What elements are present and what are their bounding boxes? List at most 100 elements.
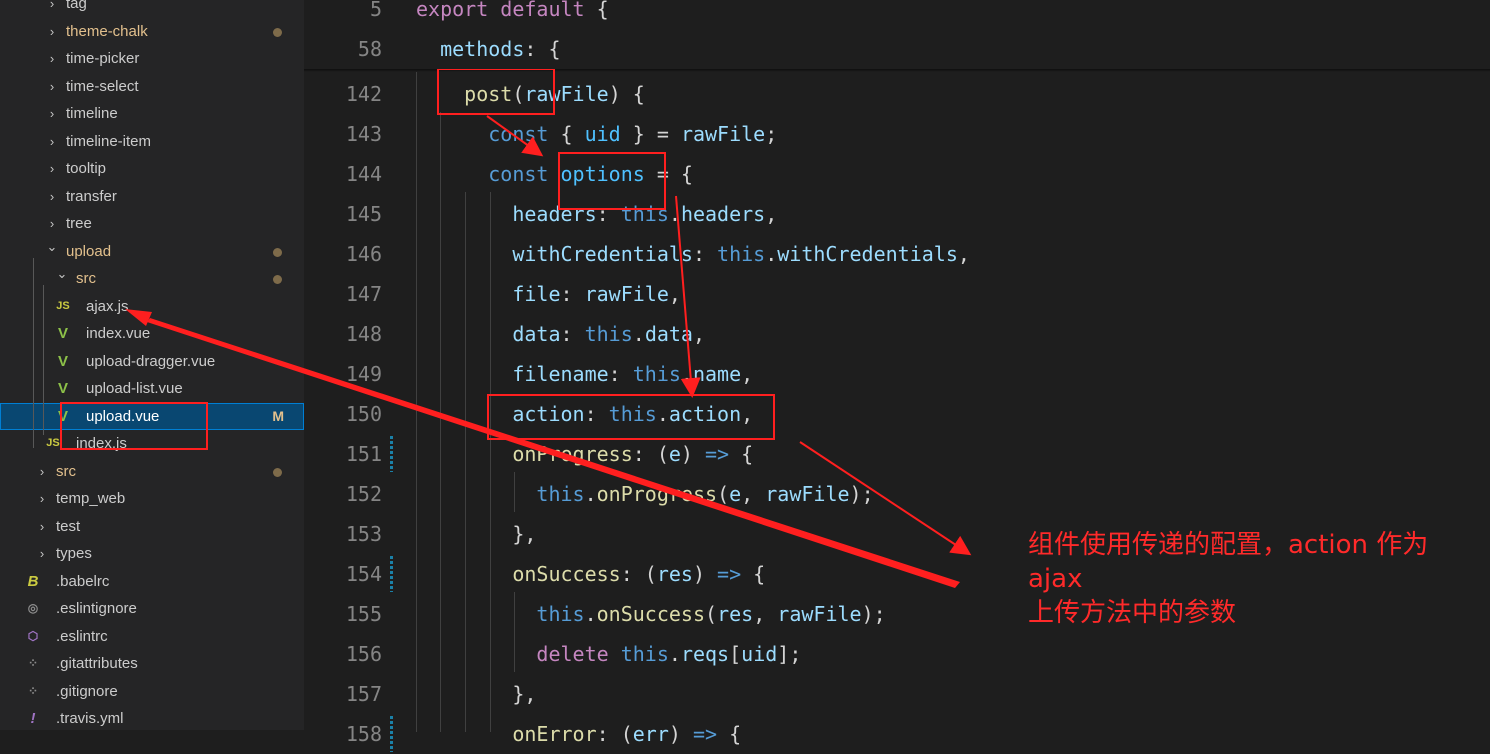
tree-item-label: time-picker bbox=[66, 50, 140, 67]
git-file-icon: ⁘ bbox=[27, 656, 39, 670]
code-token: data bbox=[512, 322, 561, 346]
code-token: => bbox=[692, 722, 718, 746]
code-token: onProgress bbox=[512, 442, 633, 466]
tree-item[interactable]: › time-picker bbox=[0, 45, 304, 72]
tree-item[interactable]: › time-select bbox=[0, 73, 304, 100]
code-token: ) bbox=[692, 562, 718, 586]
indent-guide bbox=[465, 192, 466, 732]
sticky-code-line[interactable]: 5 export default { bbox=[304, 0, 1490, 29]
indent-guide bbox=[514, 472, 515, 512]
code-token: { bbox=[717, 722, 742, 746]
tree-item-label: types bbox=[56, 545, 92, 562]
code-line[interactable]: 157 }, bbox=[304, 674, 1490, 714]
code-text: const { uid } = rawFile; bbox=[416, 114, 777, 154]
code-line[interactable]: 144 const options = { bbox=[304, 154, 1490, 194]
line-number: 150 bbox=[345, 402, 382, 426]
code-line[interactable]: 146 withCredentials: this.withCredential… bbox=[304, 234, 1490, 274]
tree-item-label: .babelrc bbox=[56, 572, 110, 590]
tree-item[interactable]: ⁘ .gitignore bbox=[0, 678, 304, 705]
code-text: }, bbox=[416, 514, 536, 554]
tree-item[interactable]: ⁘ .gitattributes bbox=[0, 650, 304, 677]
code-token: ) bbox=[680, 442, 706, 466]
tree-item-label: ajax.js bbox=[86, 297, 129, 315]
code-token: this bbox=[717, 242, 766, 266]
code-token: onProgress bbox=[596, 482, 718, 506]
sticky-code-line[interactable]: 58 methods: { bbox=[304, 29, 1490, 69]
tree-item[interactable]: › timeline bbox=[0, 100, 304, 127]
tree-item[interactable]: ⌄ upload bbox=[0, 238, 304, 265]
code-token: filename bbox=[512, 362, 609, 386]
tree-item[interactable]: › src bbox=[0, 458, 304, 485]
code-line[interactable]: 152 this.onProgress(e, rawFile); bbox=[304, 474, 1490, 514]
line-number: 149 bbox=[345, 362, 382, 386]
code-token: [ bbox=[729, 642, 742, 666]
modified-dot-icon bbox=[273, 467, 282, 477]
indent-guide bbox=[416, 72, 417, 732]
code-text: filename: this.name, bbox=[416, 354, 753, 394]
tree-item-label: timeline bbox=[66, 105, 118, 122]
code-line[interactable]: 145 headers: this.headers, bbox=[304, 194, 1490, 234]
line-number: 158 bbox=[345, 722, 382, 746]
code-line[interactable]: 150 action: this.action, bbox=[304, 394, 1490, 434]
code-token: res bbox=[656, 562, 693, 586]
code-line[interactable]: 158 onError: (err) => { bbox=[304, 714, 1490, 754]
code-token: ( bbox=[717, 482, 730, 506]
tree-item[interactable]: ⌄ src bbox=[0, 265, 304, 292]
line-number: 151 bbox=[345, 442, 382, 466]
tree-item-label: tree bbox=[66, 215, 92, 232]
modified-dot-icon bbox=[273, 275, 282, 284]
code-token: const bbox=[488, 162, 561, 186]
modified-dot-icon bbox=[273, 247, 282, 257]
code-token: withCredentials bbox=[512, 242, 693, 266]
code-token: onSuccess bbox=[596, 602, 706, 626]
code-line[interactable]: 148 data: this.data, bbox=[304, 314, 1490, 354]
tree-item[interactable]: Vupload-list.vue bbox=[0, 375, 304, 402]
tree-item[interactable]: › tag bbox=[0, 0, 304, 17]
indent-guide bbox=[440, 112, 441, 732]
annotation-line-1: 组件使用传递的配置，action 作为 ajax bbox=[1028, 530, 1429, 594]
code-token: { bbox=[729, 442, 754, 466]
tree-item-label: .gitattributes bbox=[56, 655, 138, 672]
tree-item[interactable]: ⬡ .eslintrc bbox=[0, 623, 304, 650]
code-token: ); bbox=[849, 482, 874, 506]
tree-item[interactable]: Vupload-dragger.vue bbox=[0, 348, 304, 375]
code-token: : bbox=[560, 322, 585, 346]
tree-item-label: .eslintrc bbox=[56, 627, 108, 645]
chevron-right-icon: › bbox=[49, 51, 55, 66]
tree-item-label: temp_web bbox=[56, 490, 126, 507]
code-token: name bbox=[692, 362, 742, 386]
code-token: delete bbox=[536, 642, 621, 666]
tree-item[interactable]: › tooltip bbox=[0, 155, 304, 182]
tree-item[interactable]: ! .travis.yml bbox=[0, 705, 304, 730]
highlight-action-prop bbox=[487, 394, 775, 440]
code-text: onSuccess: (res) => { bbox=[416, 554, 765, 594]
code-text: data: this.data, bbox=[416, 314, 705, 354]
vue-file-icon: V bbox=[57, 325, 68, 342]
code-token: onSuccess bbox=[512, 562, 621, 586]
code-line[interactable]: 151 onProgress: (e) => { bbox=[304, 434, 1490, 474]
line-number: 147 bbox=[345, 282, 382, 306]
tree-item[interactable]: › types bbox=[0, 540, 304, 567]
tree-item[interactable]: Vindex.vue bbox=[0, 320, 304, 347]
tree-item[interactable]: › timeline-item bbox=[0, 128, 304, 155]
tree-item[interactable]: › theme-chalk bbox=[0, 18, 304, 45]
indent-guide bbox=[33, 258, 34, 448]
line-number: 157 bbox=[345, 682, 382, 706]
code-line[interactable]: 143 const { uid } = rawFile; bbox=[304, 114, 1490, 154]
tree-item[interactable]: › transfer bbox=[0, 183, 304, 210]
tree-item[interactable]: › test bbox=[0, 513, 304, 540]
code-line[interactable]: 147 file: rawFile, bbox=[304, 274, 1490, 314]
code-token: this bbox=[536, 602, 585, 626]
code-line[interactable]: 156 delete this.reqs[uid]; bbox=[304, 634, 1490, 674]
tree-item[interactable]: ◎ .eslintignore bbox=[0, 595, 304, 622]
code-token: data bbox=[644, 322, 693, 346]
code-token: : { bbox=[524, 37, 561, 61]
code-token: ) bbox=[668, 722, 693, 746]
tree-item[interactable]: › temp_web bbox=[0, 485, 304, 512]
tree-item[interactable]: JS ajax.js bbox=[0, 293, 304, 320]
code-text: file: rawFile, bbox=[416, 274, 681, 314]
tree-item[interactable]: B .babelrc bbox=[0, 568, 304, 595]
code-line[interactable]: 149 filename: this.name, bbox=[304, 354, 1490, 394]
